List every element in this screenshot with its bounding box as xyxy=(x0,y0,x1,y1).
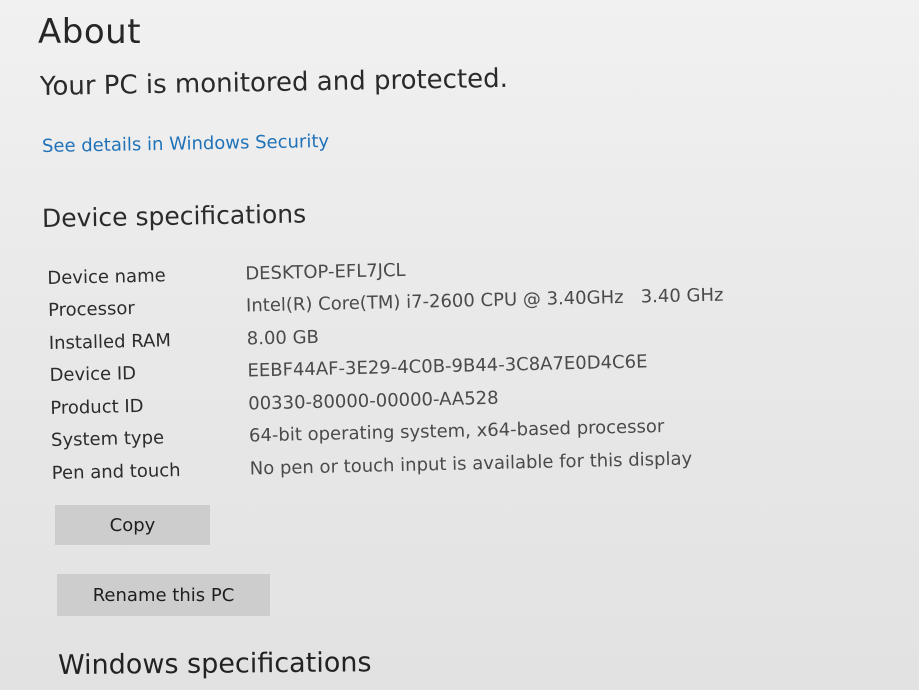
windows-security-link[interactable]: See details in Windows Security xyxy=(42,131,329,157)
spec-label: Pen and touch xyxy=(51,459,181,484)
spec-label: Installed RAM xyxy=(48,329,172,354)
spec-value: 00330-80000-00000-AA528 xyxy=(248,387,499,415)
rename-pc-button[interactable]: Rename this PC xyxy=(57,574,270,616)
spec-value: Intel(R) Core(TM) i7-2600 CPU @ 3.40GHz … xyxy=(245,284,724,317)
device-specifications-heading: Device specifications xyxy=(41,199,307,233)
security-status-text: Your PC is monitored and protected. xyxy=(39,63,509,102)
spec-value: DESKTOP-EFL7JCL xyxy=(245,259,406,285)
spec-label: Product ID xyxy=(50,395,144,419)
spec-label: Device name xyxy=(47,265,166,289)
spec-label: Device ID xyxy=(49,363,137,387)
copy-button[interactable]: Copy xyxy=(55,505,210,545)
spec-value: EEBF44AF-3E29-4C0B-9B44-3C8A7E0D4C6E xyxy=(247,351,648,382)
about-page: About Your PC is monitored and protected… xyxy=(0,0,919,690)
spec-label: Processor xyxy=(47,298,136,322)
spec-value: No pen or touch input is available for t… xyxy=(249,448,693,480)
spec-value: 8.00 GB xyxy=(246,326,320,350)
device-specifications-table: Device name DESKTOP-EFL7JCL Processor In… xyxy=(47,243,872,489)
windows-specifications-heading: Windows specifications xyxy=(57,647,372,681)
spec-label: System type xyxy=(50,427,165,452)
spec-value: 64-bit operating system, x64-based proce… xyxy=(248,416,665,447)
page-title: About xyxy=(38,12,142,52)
